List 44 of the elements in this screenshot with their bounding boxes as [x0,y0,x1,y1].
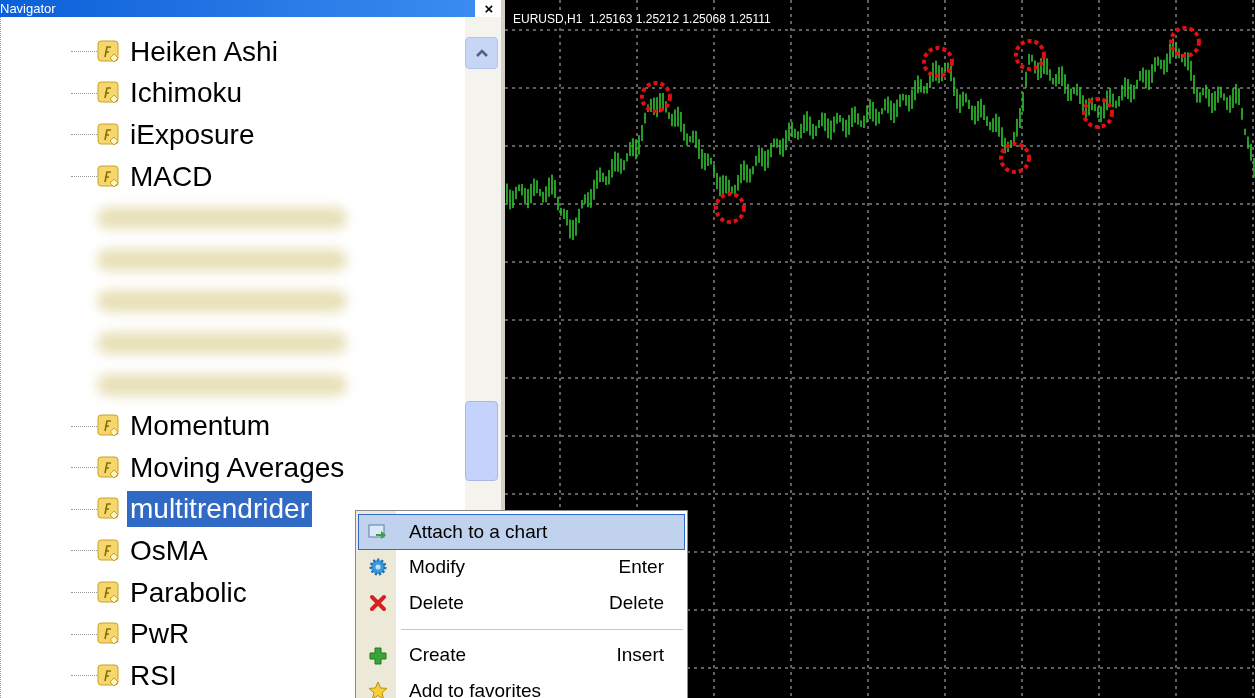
signal-marker-icon [999,142,1031,174]
function-icon [97,39,121,64]
panel-title: Navigator [0,2,56,15]
star-icon [368,681,388,698]
indicator-item[interactable]: Parabolic [127,574,250,611]
signal-marker-icon [640,81,672,113]
menu-item[interactable]: Create Insert [358,637,685,674]
indicator-item[interactable]: MACD [127,158,216,195]
function-icon [97,497,121,522]
chart-header: EURUSD,H1 1.25163 1.25212 1.25068 1.25111 [513,13,771,25]
function-icon [97,123,121,147]
gear-icon [368,557,388,578]
indicator-item[interactable]: Moving Averages [127,449,348,486]
signal-marker-icon [922,46,954,78]
delete-icon [368,593,388,613]
indicator-item[interactable]: PwR [127,616,193,653]
signal-marker-icon [1082,97,1114,129]
attach-chart-icon [368,521,388,542]
menu-item[interactable]: Attach to a chart [358,514,685,550]
scroll-up-button[interactable] [465,37,498,69]
menu-item[interactable]: Delete Delete [358,585,685,621]
indicator-item[interactable]: Heiken Ashi [127,33,281,70]
indicator-item[interactable]: OsMA [127,532,211,569]
function-icon [97,455,121,480]
indicator-item[interactable]: iExposure [127,117,258,153]
indicator-item[interactable]: Momentum [127,408,274,445]
signal-marker-icon [1014,39,1046,71]
signal-marker-icon [1169,26,1201,58]
plus-icon [368,645,388,666]
function-icon [97,538,121,563]
function-icon [97,622,121,647]
signal-marker-icon [714,192,746,224]
indicator-item[interactable]: multitrendrider [127,491,312,528]
function-icon [97,164,121,189]
function-icon [97,414,121,439]
function-icon [97,663,121,688]
menu-item[interactable]: Add to favorites [358,673,685,698]
menu-item[interactable]: Modify Enter [358,549,685,586]
close-button[interactable]: × [478,0,500,17]
function-icon [97,81,121,106]
indicator-item[interactable]: Ichimoku [127,75,246,112]
function-icon [97,580,121,605]
indicator-item[interactable]: RSI [127,657,180,694]
scroll-thumb[interactable] [465,401,498,481]
